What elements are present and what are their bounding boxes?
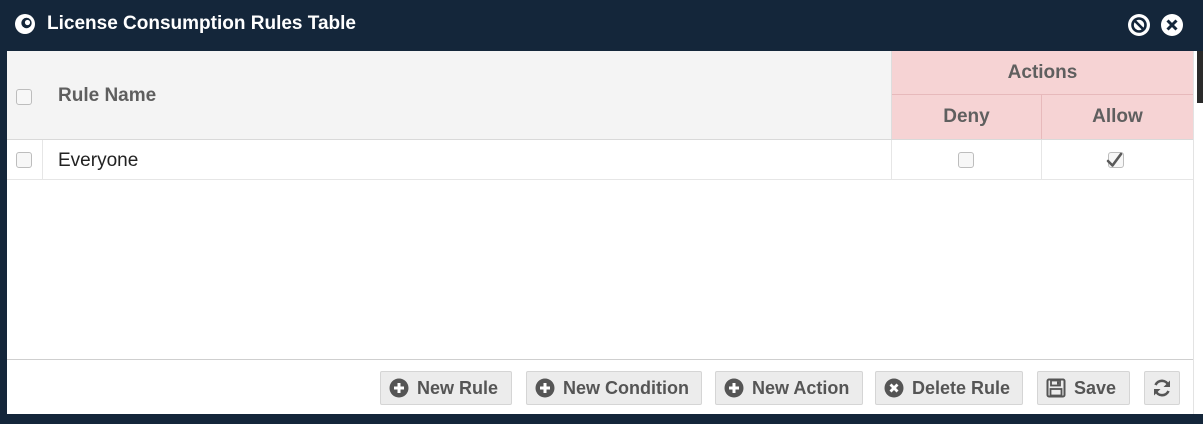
table-header: Rule Name Actions Deny Allow — [7, 51, 1193, 140]
column-header-deny[interactable]: Deny — [892, 95, 1042, 139]
new-rule-label: New Rule — [417, 377, 499, 398]
scrollbar-thumb[interactable] — [1197, 51, 1203, 103]
rules-table-panel: Rule Name Actions Deny Allow Everyone Ne… — [7, 51, 1193, 414]
deny-checkbox[interactable] — [958, 152, 974, 168]
delete-rule-button[interactable]: Delete Rule — [875, 371, 1023, 405]
new-condition-label: New Condition — [563, 377, 689, 398]
checkmark-icon — [1106, 152, 1123, 167]
floppy-disk-icon — [1046, 378, 1066, 398]
select-all-checkbox[interactable] — [16, 89, 32, 105]
plus-circle-icon — [389, 378, 409, 398]
column-header-rule-name[interactable]: Rule Name — [58, 85, 156, 107]
column-header-actions: Actions — [892, 51, 1193, 95]
plus-circle-icon — [724, 378, 744, 398]
swirl-logo-icon — [15, 14, 35, 34]
new-action-button[interactable]: New Action — [715, 371, 863, 405]
close-circle-icon[interactable] — [1160, 13, 1184, 37]
x-circle-icon — [884, 378, 904, 398]
refresh-icon — [1154, 379, 1170, 397]
minimize-circle-icon[interactable] — [1127, 13, 1151, 37]
rule-name-cell: Everyone — [58, 150, 139, 171]
actions-column-group: Actions Deny Allow — [891, 51, 1193, 139]
plus-circle-icon — [535, 378, 555, 398]
row-divider — [1041, 140, 1042, 179]
title-bar[interactable]: License Consumption Rules Table — [0, 0, 1203, 51]
refresh-button[interactable] — [1144, 371, 1180, 405]
toolbar: New Rule New Condition New Action Delete… — [7, 359, 1193, 414]
save-label: Save — [1074, 377, 1117, 398]
dialog-window: License Consumption Rules Table Rule Nam… — [0, 0, 1203, 424]
row-divider — [42, 140, 43, 179]
vertical-scrollbar[interactable] — [1193, 51, 1203, 414]
row-divider — [891, 140, 892, 179]
delete-rule-label: Delete Rule — [912, 377, 1011, 398]
new-rule-button[interactable]: New Rule — [380, 371, 512, 405]
new-condition-button[interactable]: New Condition — [526, 371, 702, 405]
save-button[interactable]: Save — [1037, 371, 1130, 405]
column-header-allow[interactable]: Allow — [1042, 95, 1193, 139]
row-select-checkbox[interactable] — [16, 152, 32, 168]
new-action-label: New Action — [752, 377, 850, 398]
window-title: License Consumption Rules Table — [47, 13, 356, 34]
table-row[interactable]: Everyone — [7, 140, 1193, 180]
